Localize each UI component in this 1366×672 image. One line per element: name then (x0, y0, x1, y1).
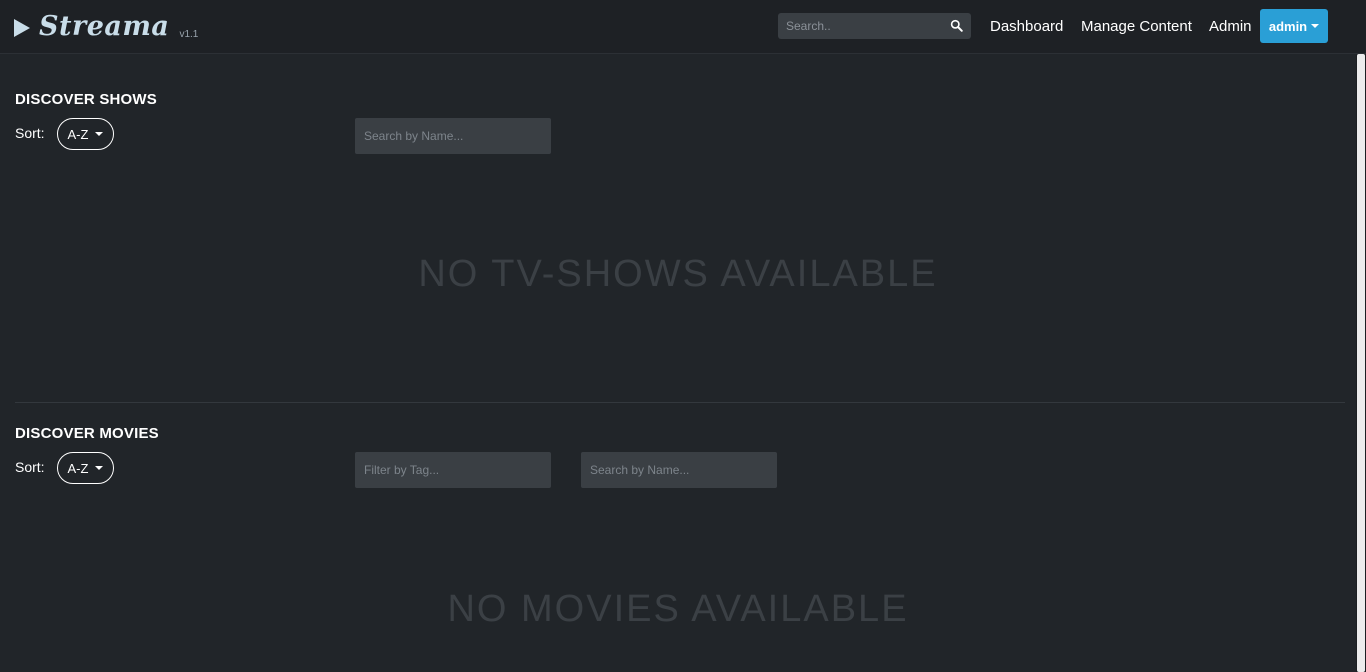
global-search (778, 13, 971, 39)
shows-sort-label: Sort: (15, 125, 45, 141)
app-logo-text: Streama (39, 11, 170, 42)
play-icon (14, 19, 30, 37)
brand[interactable]: Streama v1.1 (14, 10, 198, 44)
scrollbar-thumb[interactable] (1357, 54, 1365, 672)
nav-admin[interactable]: Admin (1209, 18, 1252, 35)
caret-down-icon (1311, 24, 1320, 28)
shows-section-title: DISCOVER SHOWS (15, 91, 157, 108)
shows-search-field (355, 118, 551, 154)
search-icon[interactable] (950, 19, 963, 32)
movies-sort-dropdown[interactable]: A-Z (57, 452, 114, 484)
app-version: v1.1 (179, 29, 199, 40)
shows-sort-dropdown[interactable]: A-Z (57, 118, 114, 150)
movies-section-title: DISCOVER MOVIES (15, 425, 159, 442)
shows-search-input[interactable] (355, 118, 551, 154)
shows-sort-value: A-Z (67, 126, 89, 142)
user-menu-label: admin (1268, 18, 1308, 34)
nav-dashboard[interactable]: Dashboard (990, 18, 1063, 35)
movies-sort-label: Sort: (15, 459, 45, 475)
caret-down-icon (95, 132, 104, 136)
movies-empty-message: NO MOVIES AVAILABLE (447, 588, 909, 630)
section-divider (15, 402, 1345, 403)
global-search-input[interactable] (778, 13, 971, 39)
movies-search-input[interactable] (581, 452, 777, 488)
caret-down-icon (95, 466, 104, 470)
movies-sort-value: A-Z (67, 460, 89, 476)
top-navbar: Streama v1.1 Dashboard Manage Content Ad… (0, 0, 1366, 54)
user-menu-button[interactable]: admin (1260, 9, 1328, 43)
shows-empty-message: NO TV-SHOWS AVAILABLE (418, 253, 938, 295)
movies-tag-filter-input[interactable] (355, 452, 551, 488)
movies-tag-filter-field (355, 452, 551, 488)
movies-search-field (581, 452, 777, 488)
nav-manage-content[interactable]: Manage Content (1081, 18, 1192, 35)
